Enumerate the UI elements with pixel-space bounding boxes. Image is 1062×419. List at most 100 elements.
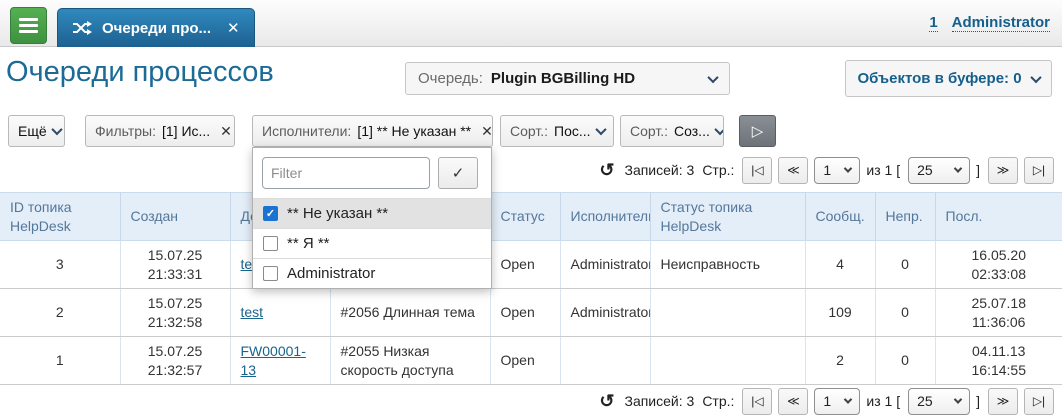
run-button[interactable]: ▷ <box>739 115 776 147</box>
session-count-link[interactable]: 1 <box>929 14 937 32</box>
filter-input[interactable] <box>262 157 430 189</box>
prev-page-button[interactable]: ≪ <box>778 388 808 415</box>
table-row: 1 15.07.25 21:32:57 FW00001-13 #2055 Низ… <box>0 337 1062 385</box>
sort1-value: Пос... <box>554 123 591 139</box>
menu-button[interactable] <box>10 7 47 44</box>
buffer-dropdown[interactable]: Объектов в буфере: 0 <box>845 60 1052 97</box>
popup-option[interactable]: ** Я ** <box>253 228 491 258</box>
page-select[interactable]: 1 <box>814 388 860 415</box>
cell-contract: FW00001-13 <box>230 337 330 385</box>
col-header-unread: Непр. <box>875 193 935 241</box>
process-queues-page: Очереди про... ✕ 1 Administrator Очереди… <box>0 0 1062 419</box>
tab-process-queues[interactable]: Очереди про... ✕ <box>57 8 255 47</box>
page-size-select[interactable]: 25 <box>908 157 970 184</box>
cell-unread: 0 <box>875 337 935 385</box>
executors-value: [1] ** Не указан ** <box>357 123 471 139</box>
last-page-button[interactable]: ▷| <box>1024 388 1054 415</box>
checkbox-icon[interactable] <box>263 266 278 281</box>
sort1-label: Сорт.: <box>510 123 548 139</box>
cell-unread: 0 <box>875 241 935 289</box>
cell-status: Open <box>490 241 560 289</box>
close-icon[interactable]: ✕ <box>481 123 493 140</box>
popup-option[interactable]: ** Не указан ** <box>253 198 491 228</box>
cell-last: 04.11.13 16:14:55 <box>935 337 1062 385</box>
chevron-down-icon <box>844 164 852 172</box>
cell-id: 2 <box>0 289 120 337</box>
cell-topic: #2055 Низкая скорость доступа <box>330 337 490 385</box>
col-header-status: Статус <box>490 193 560 241</box>
bracket-text: ] <box>976 393 980 409</box>
sort2-value: Соз... <box>674 123 710 139</box>
contract-link[interactable]: FW00001-13 <box>241 343 306 377</box>
executors-popup: ✓ ** Не указан ** ** Я ** Administrator <box>252 147 492 289</box>
col-header-messages: Сообщ. <box>805 193 875 241</box>
sort2-label: Сорт.: <box>630 123 668 139</box>
col-header-created: Создан <box>120 193 230 241</box>
page-select[interactable]: 1 <box>814 157 860 184</box>
cell-topic-status: Неисправность <box>650 241 805 289</box>
cell-id: 1 <box>0 337 120 385</box>
page-title: Очереди процессов <box>6 56 274 89</box>
cell-status: Open <box>490 337 560 385</box>
bracket-text: ] <box>976 162 980 178</box>
cell-executors: Administrator <box>560 289 650 337</box>
tab-label: Очереди про... <box>102 20 211 37</box>
filters-label: Фильтры: <box>95 123 156 139</box>
topbar: Очереди про... ✕ 1 Administrator <box>0 0 1062 47</box>
checkbox-icon[interactable] <box>263 206 278 221</box>
next-page-button[interactable]: ≫ <box>988 157 1018 184</box>
shuffle-icon <box>72 21 92 35</box>
apply-filter-button[interactable]: ✓ <box>438 157 478 189</box>
col-header-topic-id: ID топика HelpDesk <box>0 193 120 241</box>
pagination-top: ↺ Записей: 3 Стр.: |◁ ≪ 1 из 1 [ 25 ] ≫ … <box>0 148 1062 192</box>
cell-contract: test <box>230 289 330 337</box>
first-page-button[interactable]: |◁ <box>742 388 772 415</box>
chevron-down-icon <box>707 71 718 82</box>
cell-messages: 2 <box>805 337 875 385</box>
cell-last: 25.07.18 11:36:06 <box>935 289 1062 337</box>
toolbar: Ещё Фильтры: [1] Ис... ✕ Исполнители: [1… <box>0 105 1062 148</box>
option-label: Administrator <box>287 265 375 282</box>
contract-link[interactable]: test <box>241 304 264 320</box>
executors-label: Исполнители: <box>262 123 351 139</box>
prev-page-button[interactable]: ≪ <box>778 157 808 184</box>
chevron-down-icon <box>1030 71 1041 82</box>
buffer-label: Объектов в буфере: 0 <box>857 70 1021 87</box>
next-page-button[interactable]: ≫ <box>988 388 1018 415</box>
records-count: Записей: 3 <box>624 393 694 409</box>
first-page-button[interactable]: |◁ <box>742 157 772 184</box>
last-page-button[interactable]: ▷| <box>1024 157 1054 184</box>
current-user-link[interactable]: Administrator <box>952 14 1050 32</box>
option-label: ** Не указан ** <box>287 205 388 222</box>
queue-select[interactable]: Очередь: Plugin BGBilling HD <box>405 62 730 95</box>
page-size-select[interactable]: 25 <box>908 388 970 415</box>
filters-value: [1] Ис... <box>162 123 210 139</box>
page-size-value: 25 <box>917 393 933 409</box>
more-button[interactable]: Ещё <box>8 115 65 147</box>
cell-last: 16.05.20 02:33:08 <box>935 241 1062 289</box>
cell-id: 3 <box>0 241 120 289</box>
hamburger-icon <box>19 18 38 33</box>
sort2-button[interactable]: Сорт.: Соз... <box>620 115 724 147</box>
table-row: 2 15.07.25 21:32:58 test #2056 Длинная т… <box>0 289 1062 337</box>
executors-button[interactable]: Исполнители: [1] ** Не указан ** ✕ <box>252 115 493 147</box>
records-count: Записей: 3 <box>624 162 694 178</box>
page-of-text: из 1 [ <box>866 393 900 409</box>
cell-created: 15.07.25 21:32:58 <box>120 289 230 337</box>
checkbox-icon[interactable] <box>263 236 278 251</box>
popup-option[interactable]: Administrator <box>253 258 491 288</box>
cell-messages: 109 <box>805 289 875 337</box>
refresh-icon[interactable]: ↺ <box>599 160 614 181</box>
sort1-button[interactable]: Сорт.: Пос... <box>500 115 614 147</box>
cell-topic: #2056 Длинная тема <box>330 289 490 337</box>
close-icon[interactable]: ✕ <box>220 123 232 140</box>
cell-created: 15.07.25 21:32:57 <box>120 337 230 385</box>
page-label: Стр.: <box>702 393 734 409</box>
refresh-icon[interactable]: ↺ <box>599 391 614 412</box>
chevron-down-icon <box>595 124 606 135</box>
tab-close-icon[interactable]: ✕ <box>227 19 240 37</box>
filters-button[interactable]: Фильтры: [1] Ис... ✕ <box>85 115 235 147</box>
cell-created: 15.07.25 21:33:31 <box>120 241 230 289</box>
chevron-down-icon <box>844 395 852 403</box>
popup-filter-area: ✓ <box>253 148 491 198</box>
